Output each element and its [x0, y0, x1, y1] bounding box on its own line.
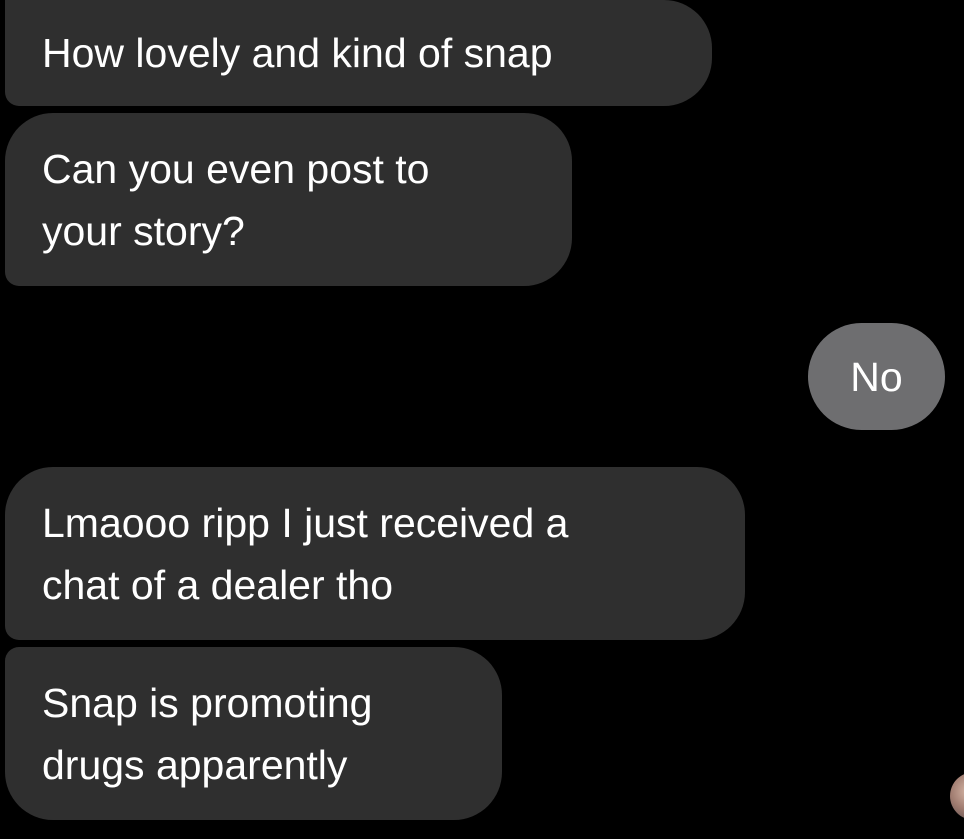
outgoing-message-bubble[interactable]: No [808, 323, 945, 430]
incoming-message-bubble[interactable]: Lmaooo ripp I just received a chat of a … [5, 467, 745, 640]
incoming-message-bubble[interactable]: How lovely and kind of snap [5, 0, 712, 106]
contact-avatar-icon[interactable] [950, 772, 964, 820]
incoming-message-bubble[interactable]: Can you even post to your story? [5, 113, 572, 286]
incoming-message-bubble[interactable]: Snap is promoting drugs apparently [5, 647, 502, 820]
